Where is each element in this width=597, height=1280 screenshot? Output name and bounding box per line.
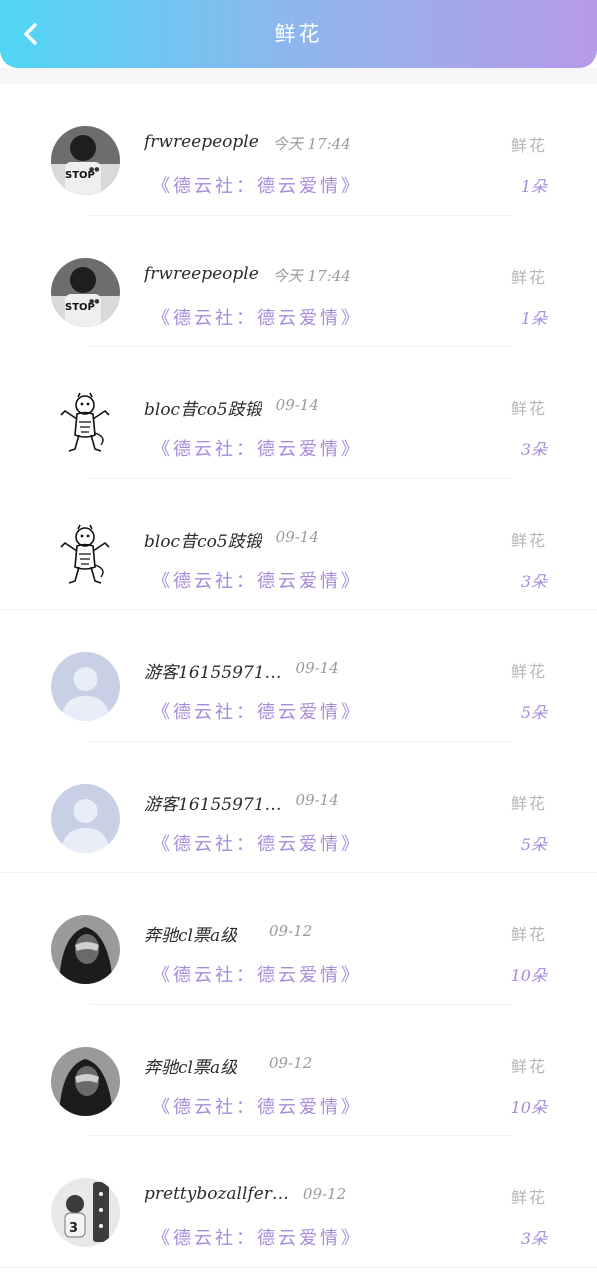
gift-type: 鲜花 [510,662,547,681]
gift-time: 今天 17:44 [272,266,351,285]
room-link[interactable]: 《德云社：德云爱情》 [152,435,362,461]
svg-text:●●: ●● [89,166,99,173]
gift-time: 09-14 [275,527,319,546]
masked-photo-avatar-image [51,915,120,984]
sender-name: 奔驰cl票a级 [144,926,238,946]
sender-name: bloc昔co5跂锻 [144,531,262,552]
gift-count: 5朵 [520,834,547,854]
page-title: 鲜花 [274,22,323,46]
gift-count: 1朵 [520,177,547,196]
sender-name: prettybozallfer… [144,1184,289,1204]
gift-record-row[interactable]: 奔驰cl票a级 09-12 鲜花 《德云社：德云爱情》 10朵 [0,1005,597,1136]
room-link[interactable]: 《德云社：德云爱情》 [152,172,362,198]
gift-record-list: STOP ●● frwreepeople 今天 17:44 鲜花 《德云社：德云爱… [0,84,597,1268]
gift-record-row[interactable]: 奔驰cl票a级 09-12 鲜花 《德云社：德云爱情》 10朵 [0,873,597,1005]
gift-time: 09-14 [295,659,339,677]
gift-time: 09-12 [269,922,313,940]
gift-record-row[interactable]: 游客16155971… 09-14 鲜花 《德云社：德云爱情》 5朵 [0,610,597,742]
gift-record-row[interactable]: 游客16155971… 09-14 鲜花 《德云社：德云爱情》 5朵 [0,742,597,873]
gift-type: 鲜花 [510,925,547,944]
svg-text:●●: ●● [89,298,99,305]
child-photo-avatar-image: 3 [51,1178,120,1247]
room-link[interactable]: 《德云社：德云爱情》 [152,961,362,987]
avatar[interactable]: STOP ●● [51,126,120,195]
gift-count: 10朵 [510,966,547,985]
row-divider [0,1266,597,1268]
tiger-sketch-avatar-image [51,389,120,458]
app-header: 鲜花 [0,0,597,68]
gift-type: 鲜花 [510,530,547,550]
sender-name: 游客16155971… [144,794,282,815]
room-link[interactable]: 《德云社：德云爱情》 [152,698,362,724]
gift-record-row[interactable]: STOP ●● frwreepeople 今天 17:44 鲜花 《德云社：德云爱… [0,216,597,347]
gift-type: 鲜花 [510,1188,547,1207]
room-link[interactable]: 《德云社：德云爱情》 [152,830,362,856]
avatar[interactable] [51,520,120,590]
gift-time: 09-14 [295,790,339,809]
masked-photo-avatar-image [51,1046,120,1116]
default-user-avatar-image [51,783,120,853]
room-link[interactable]: 《德云社：德云爱情》 [152,1093,362,1119]
avatar[interactable] [51,783,120,853]
sender-name: frwreepeople [144,263,259,284]
gift-record-row[interactable]: 3 prettybozallfer… 09-12 鲜花 《德云社：德云爱情》 3… [0,1136,597,1268]
gift-type: 鲜花 [510,1056,547,1076]
stop-photo-avatar-image: STOP●● [51,126,120,195]
gift-count: 3朵 [520,571,547,591]
gift-count: 1朵 [520,308,547,328]
header-spacer [0,68,597,84]
gift-record-row[interactable]: bloc昔co5跂锻 09-14 鲜花 《德云社：德云爱情》 3朵 [0,479,597,610]
avatar[interactable]: 3 [51,1178,120,1247]
sender-name: bloc昔co5跂锻 [144,400,262,420]
gift-count: 3朵 [520,1229,547,1248]
gift-record-row[interactable]: bloc昔co5跂锻 09-14 鲜花 《德云社：德云爱情》 3朵 [0,347,597,479]
svg-text:3: 3 [69,1221,78,1236]
avatar[interactable] [51,915,120,984]
gift-time: 09-12 [302,1185,347,1203]
gift-type: 鲜花 [510,136,547,155]
default-user-avatar-image [51,652,120,721]
room-link[interactable]: 《德云社：德云爱情》 [152,567,362,593]
sender-name: 奔驰cl票a级 [144,1057,238,1078]
avatar[interactable] [51,1046,120,1116]
gift-count: 5朵 [520,703,547,722]
room-link[interactable]: 《德云社：德云爱情》 [152,304,362,330]
gift-time: 今天 17:44 [272,135,351,153]
gift-time: 09-14 [275,396,319,414]
gift-type: 鲜花 [510,793,547,813]
sender-name: 游客16155971… [144,663,282,683]
avatar[interactable] [51,652,120,721]
sender-name: frwreepeople [144,132,259,152]
gift-count: 10朵 [510,1097,547,1117]
gift-record-row[interactable]: STOP ●● frwreepeople 今天 17:44 鲜花 《德云社：德云爱… [0,84,597,216]
tiger-sketch-avatar-image [51,520,120,590]
gift-count: 3朵 [520,440,547,459]
stop-photo-avatar-image: STOP●● [51,257,120,327]
gift-type: 鲜花 [510,267,547,287]
avatar[interactable] [51,389,120,458]
room-link[interactable]: 《德云社：德云爱情》 [152,1224,362,1250]
gift-type: 鲜花 [510,399,547,418]
gift-time: 09-12 [269,1053,313,1072]
avatar[interactable]: STOP ●● [51,257,120,327]
